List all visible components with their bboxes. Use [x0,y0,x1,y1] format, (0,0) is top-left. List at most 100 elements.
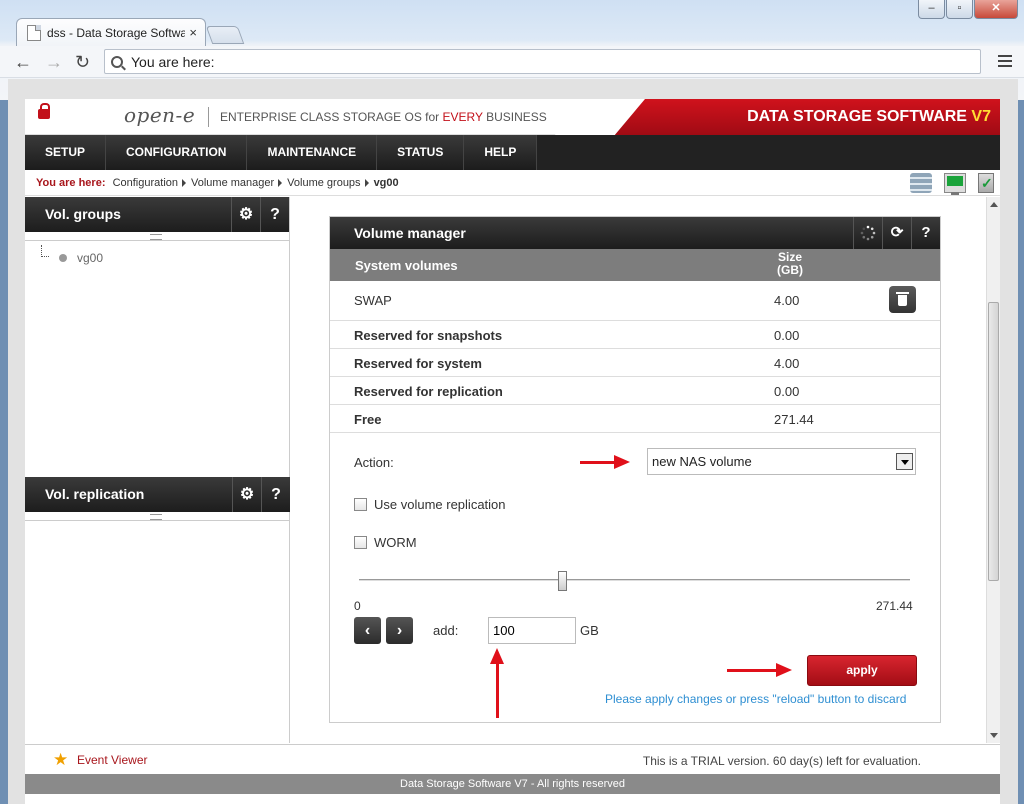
main-navigation: SETUP CONFIGURATION MAINTENANCE STATUS H… [25,135,1000,170]
tree-item-vg00[interactable]: vg00 [59,251,103,265]
help-icon[interactable]: ? [260,197,289,232]
volume-size: 0.00 [774,328,800,343]
tab-title: dss - Data Storage Softwa [47,25,186,40]
star-icon: ★ [53,750,69,769]
loading-spinner-icon [853,217,882,249]
nav-setup[interactable]: SETUP [25,135,107,170]
vol-replication-title: Vol. replication [45,486,145,502]
size-slider-handle[interactable] [558,571,567,591]
volume-name: Reserved for replication [354,384,503,399]
resize-handle[interactable] [25,512,290,521]
event-viewer-link[interactable]: Event Viewer [77,753,147,767]
scroll-down-icon[interactable] [990,733,998,738]
table-row: Reserved for replication 0.00 [330,377,940,405]
breadcrumb-separator-icon [182,179,186,188]
volume-name: SWAP [354,293,392,308]
vertical-scrollbar[interactable] [986,197,1000,743]
volume-size: 271.44 [774,412,814,427]
breadcrumb-configuration[interactable]: Configuration [113,177,178,189]
tree-connector [41,245,49,257]
nav-status[interactable]: STATUS [377,135,465,170]
vol-replication-panel: Vol. replication ⚙ ? [25,477,290,521]
annotation-arrowhead [490,648,504,664]
use-replication-label: Use volume replication [374,497,506,512]
main-content: Volume manager ⟳ ? System volumes Size (… [290,197,986,743]
decrease-button[interactable]: ‹ [354,617,381,644]
close-window-button[interactable]: ✕ [974,0,1018,19]
forward-icon[interactable]: → [45,52,63,72]
reload-icon[interactable]: ↻ [75,52,90,72]
monitor-icon[interactable] [944,173,966,195]
database-icon[interactable] [910,173,932,193]
size-slider-track[interactable] [359,579,910,581]
annotation-arrowhead [614,455,630,469]
table-row: Free 271.44 [330,405,940,433]
refresh-icon[interactable]: ⟳ [882,217,911,249]
table-row: Reserved for snapshots 0.00 [330,321,940,349]
browser-toolbar: ← → ↻ [0,46,1024,78]
vol-groups-header: Vol. groups ⚙ ? [25,197,289,232]
breadcrumb-separator-icon [364,179,369,188]
action-select[interactable]: new NAS volume [647,448,916,475]
copyright: Data Storage Software V7 - All rights re… [25,774,1000,794]
table-row: Reserved for system 4.00 [330,349,940,377]
left-sidebar: Vol. groups ⚙ ? vg00 Vol. replication ⚙ … [25,197,290,743]
help-icon[interactable]: ? [911,217,940,249]
vol-groups-title: Vol. groups [45,206,121,222]
add-size-input[interactable] [488,617,576,644]
address-bar[interactable] [104,49,981,74]
nav-help[interactable]: HELP [464,135,538,170]
apply-hint: Please apply changes or press "reload" b… [605,692,907,706]
apply-button[interactable]: apply [807,655,917,686]
delete-icon[interactable] [889,286,916,313]
check-icon[interactable] [978,170,994,196]
breadcrumb-volume-groups[interactable]: Volume groups [287,177,360,189]
slider-min: 0 [354,599,361,613]
back-icon[interactable]: ← [14,52,32,72]
volume-size: 0.00 [774,384,800,399]
breadcrumb-volume-manager[interactable]: Volume manager [191,177,274,189]
breadcrumb-label: You are here: [36,177,106,189]
volume-size: 4.00 [774,356,800,371]
product-name: DATA STORAGE SOFTWARE V7 [747,108,991,125]
minimize-button[interactable]: – [918,0,945,19]
tagline: ENTERPRISE CLASS STORAGE OS for EVERY BU… [220,110,547,124]
scroll-up-icon[interactable] [990,202,998,207]
unit-label: GB [580,623,599,638]
address-input[interactable] [131,53,931,70]
page-icon [27,24,41,41]
browser-menu-icon[interactable] [998,55,1012,67]
lock-icon [38,103,50,119]
page-viewport: open-e ENTERPRISE CLASS STORAGE OS for E… [8,79,1018,804]
volume-manager-header: Volume manager ⟳ ? [330,217,940,249]
annotation-arrow [496,662,499,718]
annotation-arrow [580,461,615,464]
maximize-button[interactable]: ▫ [946,0,973,19]
header-banner: open-e ENTERPRISE CLASS STORAGE OS for E… [25,99,1000,135]
divider [208,107,209,127]
worm-checkbox[interactable] [354,536,367,549]
breadcrumb-current: vg00 [373,177,399,189]
increase-button[interactable]: › [386,617,413,644]
product-bar: DATA STORAGE SOFTWARE V7 [615,99,1000,135]
gear-icon[interactable]: ⚙ [232,477,261,512]
help-icon[interactable]: ? [261,477,290,512]
resize-handle[interactable] [25,232,289,241]
browser-tab[interactable]: dss - Data Storage Softwa × [16,18,206,46]
status-bar: ★ Event Viewer This is a TRIAL version. … [25,744,1000,774]
annotation-arrow [727,669,777,672]
use-replication-checkbox[interactable] [354,498,367,511]
volume-name: Free [354,412,382,427]
nav-maintenance[interactable]: MAINTENANCE [247,135,378,170]
add-label: add: [433,623,459,638]
chevron-down-icon[interactable] [896,453,913,470]
scroll-thumb[interactable] [988,302,999,581]
new-tab-button[interactable] [205,26,245,44]
vol-groups-tree: vg00 [25,241,289,457]
search-icon [111,55,123,68]
close-tab-icon[interactable]: × [189,25,197,40]
dss-app: open-e ENTERPRISE CLASS STORAGE OS for E… [25,99,1000,804]
gear-icon[interactable]: ⚙ [231,197,260,232]
nav-configuration[interactable]: CONFIGURATION [106,135,248,170]
worm-label: WORM [374,535,417,550]
